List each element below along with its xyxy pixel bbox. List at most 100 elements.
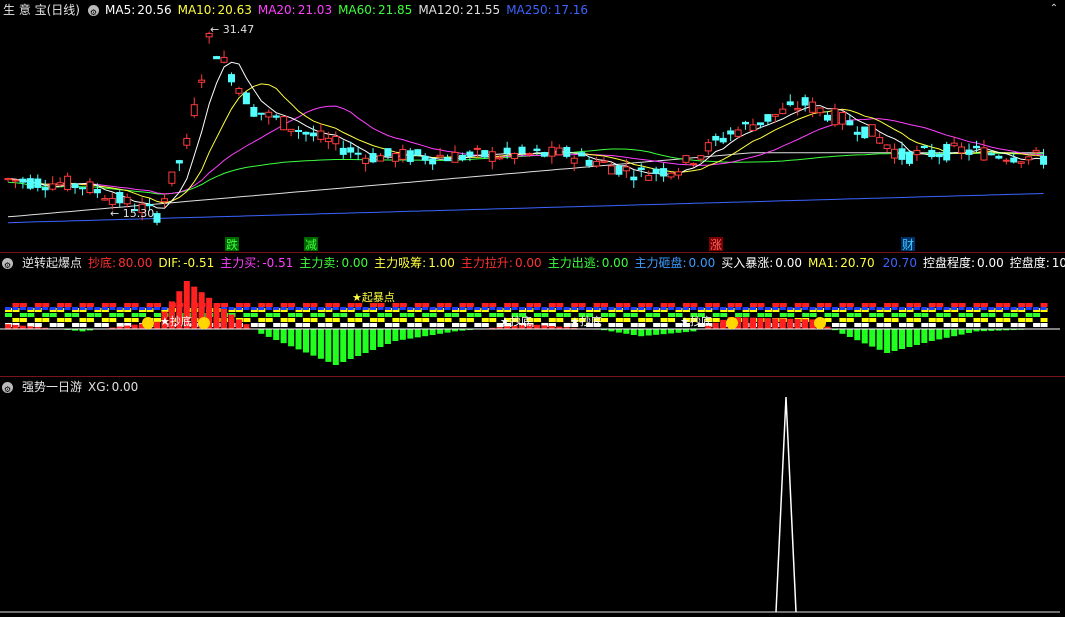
settings-icon[interactable]: ⚙ xyxy=(88,5,99,16)
macd-bar xyxy=(862,329,868,343)
band-cell xyxy=(139,313,146,317)
macd-bar xyxy=(959,329,965,335)
band-blue xyxy=(869,307,875,310)
band-cell xyxy=(936,318,943,322)
macd-bar xyxy=(646,329,652,336)
ind-item-3: 主力卖:0.00 xyxy=(299,256,368,270)
settings-icon[interactable]: ⚙ xyxy=(2,258,13,269)
band-blue xyxy=(229,307,235,310)
indicator-panel[interactable]: ⚙ 逆转起爆点 抄底:80.00DIF:-0.51主力买:-0.51主力卖:0.… xyxy=(0,252,1065,377)
band-blue xyxy=(884,307,890,310)
band-cell xyxy=(50,323,57,327)
band-cell xyxy=(929,303,936,307)
band-cell xyxy=(288,313,295,317)
band-blue xyxy=(415,307,421,310)
band-cell xyxy=(65,303,72,307)
ind-item-value: 0.00 xyxy=(775,256,802,270)
band-cell xyxy=(378,313,385,317)
candle-body xyxy=(1033,150,1039,152)
band-blue xyxy=(117,307,123,310)
candle-body xyxy=(661,169,667,176)
macd-bar xyxy=(303,329,309,353)
candle-body xyxy=(690,164,696,165)
band-cell xyxy=(221,303,228,307)
signal-legend: XG:0.00 xyxy=(88,379,144,395)
settings-icon[interactable]: ⚙ xyxy=(2,382,13,393)
indicator-annotation: ★抄底 xyxy=(570,314,602,328)
band-blue xyxy=(258,307,264,310)
band-blue xyxy=(899,307,905,310)
marker-label: 减 xyxy=(305,238,317,252)
signal-header: ⚙ 强势一日游 XG:0.00 xyxy=(0,379,150,395)
band-cell xyxy=(20,313,27,317)
macd-bar xyxy=(229,315,235,329)
candle-body xyxy=(1018,162,1024,163)
kline-panel[interactable]: 生 意 宝(日线) ⚙ MA5:20.56MA10:20.63MA20:21.0… xyxy=(0,0,1065,252)
band-cell xyxy=(541,313,548,317)
macd-bar xyxy=(906,329,912,347)
signal-panel[interactable]: ⚙ 强势一日游 XG:0.00 xyxy=(0,376,1065,617)
band-cell xyxy=(1041,323,1048,327)
ind-item-1: DIF:-0.51 xyxy=(158,256,214,270)
candle-body xyxy=(57,183,63,185)
candle-body xyxy=(512,154,518,159)
candle-body xyxy=(363,158,369,163)
band-cell xyxy=(87,313,94,317)
band-blue xyxy=(407,307,413,310)
band-cell xyxy=(668,303,675,307)
band-blue xyxy=(27,307,33,310)
macd-bar xyxy=(445,329,451,333)
band-cell xyxy=(534,318,541,322)
band-blue xyxy=(154,307,160,310)
band-cell xyxy=(489,303,496,307)
candle-body xyxy=(303,132,309,134)
macd-bar xyxy=(340,329,346,362)
band-cell xyxy=(981,313,988,317)
band-blue xyxy=(638,307,644,310)
band-cell xyxy=(899,323,906,327)
macd-bar xyxy=(370,329,376,350)
band-cell xyxy=(944,313,951,317)
band-cell xyxy=(534,303,541,307)
band-cell xyxy=(80,323,87,327)
band-blue xyxy=(348,307,354,310)
band-cell xyxy=(392,318,399,322)
band-cell xyxy=(57,318,64,322)
band-cell xyxy=(482,323,489,327)
band-blue xyxy=(646,307,652,310)
candle-body xyxy=(489,152,495,162)
band-cell xyxy=(147,303,154,307)
candle-body xyxy=(482,151,488,157)
band-blue xyxy=(318,307,324,310)
kline-chart[interactable]: ← 31.47← 15.30跌减涨财 xyxy=(0,0,1065,252)
band-cell xyxy=(825,313,832,317)
band-cell xyxy=(690,303,697,307)
band-blue xyxy=(996,307,1002,310)
band-cell xyxy=(266,303,273,307)
candle-body xyxy=(847,121,853,125)
band-cell xyxy=(363,323,370,327)
band-cell xyxy=(333,313,340,317)
band-cell xyxy=(884,323,891,327)
band-cell xyxy=(325,318,332,322)
indicator-chart[interactable]: ★起暴点★抄底★抄底★抄底★抄底 xyxy=(0,253,1065,377)
candle-body xyxy=(102,199,108,200)
ind-item-10: 20.70 xyxy=(881,256,917,270)
candle-body xyxy=(1041,156,1047,164)
candle-body xyxy=(288,129,294,131)
band-cell xyxy=(482,318,489,322)
macd-bar xyxy=(325,329,331,362)
candle-body xyxy=(988,154,994,155)
band-cell xyxy=(780,303,787,307)
macd-bar xyxy=(318,329,324,359)
ind-item-label: MA1: xyxy=(808,256,838,270)
band-blue xyxy=(743,307,749,310)
band-cell xyxy=(474,313,481,317)
expand-icon[interactable]: ⌃ xyxy=(1049,4,1059,14)
band-blue xyxy=(452,307,458,310)
band-blue xyxy=(504,307,510,310)
band-blue xyxy=(430,307,436,310)
band-cell xyxy=(646,318,653,322)
band-cell xyxy=(534,313,541,317)
signal-chart[interactable] xyxy=(0,377,1065,617)
